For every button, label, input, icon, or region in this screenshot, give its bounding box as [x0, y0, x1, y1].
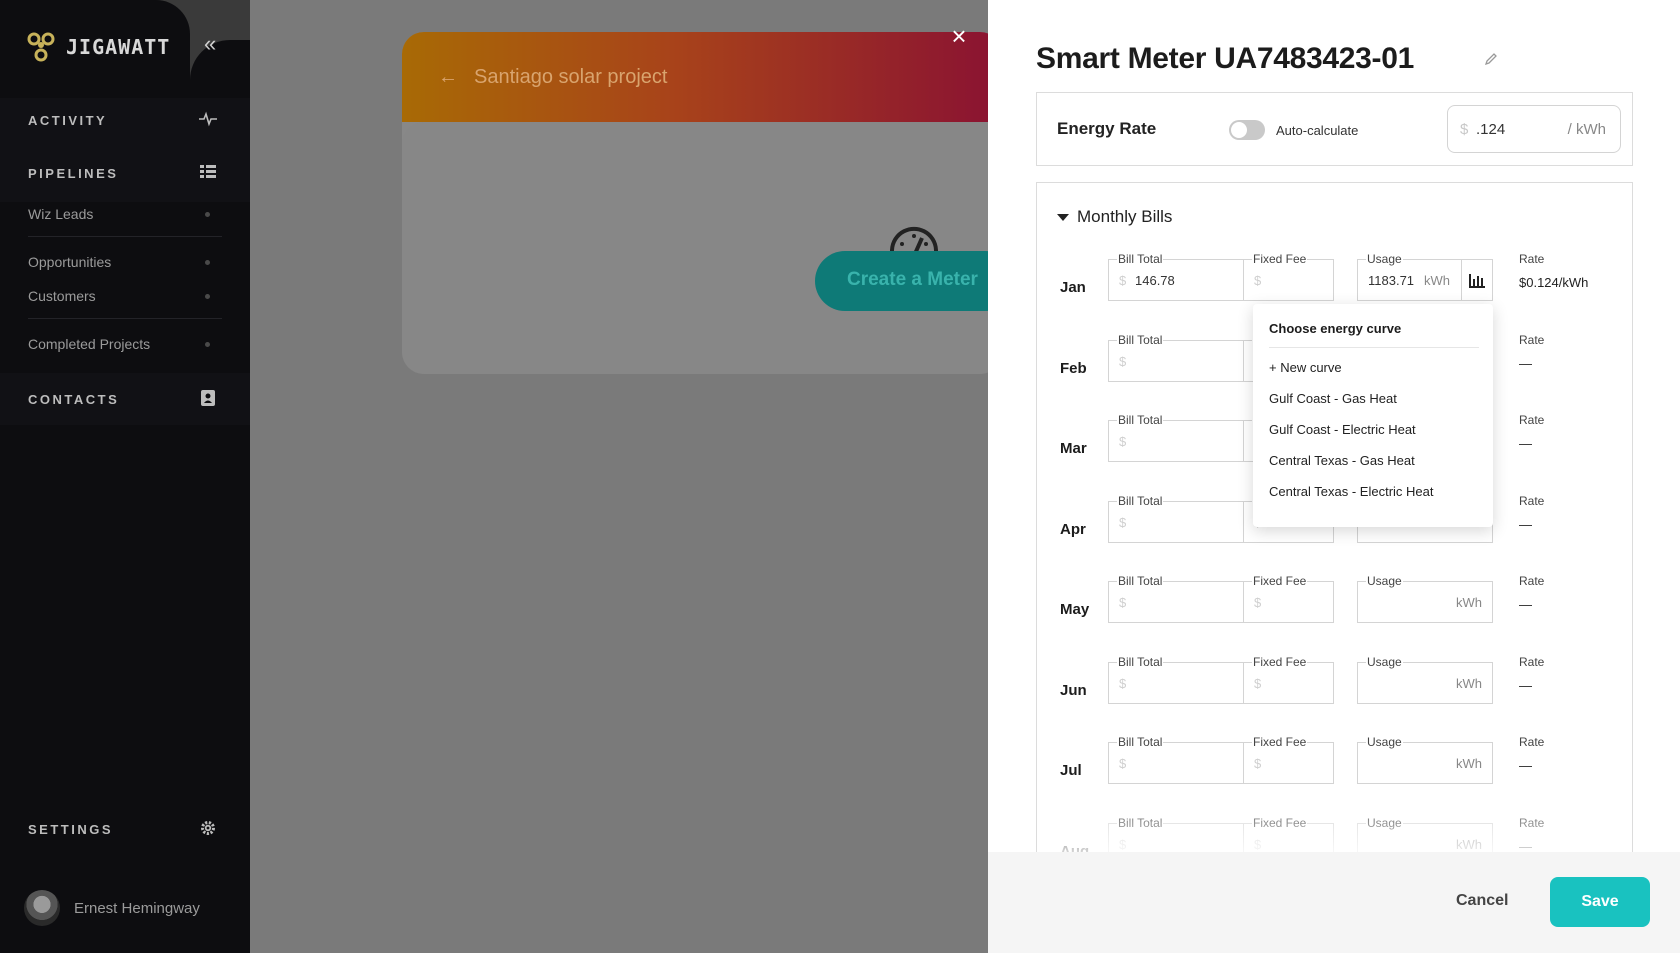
pulse-icon	[198, 111, 218, 129]
bill-total-input[interactable]: Bill Total$	[1108, 413, 1244, 462]
month-label: Jun	[1060, 681, 1087, 699]
bill-total-input[interactable]: Bill Total$	[1108, 735, 1244, 784]
fixed-fee-input[interactable]: Fixed Fee$	[1243, 252, 1334, 301]
sidebar-item-customers[interactable]: Customers	[28, 288, 96, 304]
cancel-button[interactable]: Cancel	[1456, 892, 1508, 910]
avatar	[24, 890, 60, 926]
pencil-icon[interactable]	[1484, 52, 1500, 68]
bill-total-input[interactable]: Bill Total$	[1108, 654, 1244, 704]
collapse-sidebar-icon[interactable]: «	[204, 33, 226, 56]
brand-name: JIGAWATT	[66, 35, 171, 59]
month-label: Jan	[1060, 279, 1086, 296]
caret-down-icon	[1057, 213, 1069, 221]
contact-book-icon	[198, 390, 218, 408]
menu-item-gulf-coast-electric-heat[interactable]: Gulf Coast - Electric Heat	[1269, 422, 1416, 437]
monthly-bills-toggle[interactable]: Monthly Bills	[1057, 207, 1172, 227]
energy-rate-panel: Energy Rate Auto-calculate $ .124 / kWh	[1036, 92, 1633, 166]
energy-rate-value: .124	[1476, 121, 1506, 138]
usage-input[interactable]: UsagekWh	[1357, 574, 1493, 623]
bill-total-value: 146.78	[1135, 273, 1175, 288]
auto-calculate-toggle[interactable]	[1229, 120, 1265, 140]
usage-input[interactable]: UsagekWh	[1357, 735, 1493, 784]
month-label: May	[1060, 601, 1090, 618]
energy-rate-input[interactable]: $ .124 / kWh	[1447, 105, 1621, 153]
energy-curve-title: Choose energy curve	[1269, 321, 1402, 336]
menu-item-new-curve[interactable]: + New curve	[1269, 360, 1342, 375]
energy-curve-button[interactable]	[1461, 259, 1493, 301]
usage-input[interactable]: Usage 1183.71 kWh	[1357, 252, 1493, 301]
save-button[interactable]: Save	[1550, 877, 1650, 927]
bill-total-input[interactable]: Bill Total$	[1108, 332, 1244, 382]
energy-curve-dropdown: Choose energy curve + New curve Gulf Coa…	[1253, 304, 1493, 527]
nav-pipelines[interactable]: PIPELINES	[28, 166, 118, 181]
nav-activity[interactable]: ACTIVITY	[28, 113, 107, 128]
rate-value: —	[1519, 597, 1532, 612]
nav-contacts[interactable]: CONTACTS	[28, 392, 119, 407]
menu-item-central-texas-electric-heat[interactable]: Central Texas - Electric Heat	[1269, 484, 1434, 499]
table-row: Jun Bill Total $ Fixed Fee $ Usage kWh Rate —	[1037, 652, 1632, 732]
sidebar-item-wiz-leads[interactable]: Wiz Leads	[28, 206, 93, 222]
usage-input[interactable]: UsagekWh	[1357, 654, 1493, 704]
rate-value: —	[1519, 758, 1532, 773]
sidebar-item-completed-projects[interactable]: Completed Projects	[28, 336, 150, 352]
logo-icon	[27, 32, 55, 62]
sidebar-item-opportunities[interactable]: Opportunities	[28, 254, 111, 270]
rate-value: —	[1519, 355, 1532, 371]
user-name: Ernest Hemingway	[74, 899, 200, 917]
menu-item-gulf-coast-gas-heat[interactable]: Gulf Coast - Gas Heat	[1269, 391, 1397, 406]
monthly-bills-title: Monthly Bills	[1077, 207, 1173, 226]
close-icon[interactable]: ×	[948, 23, 970, 49]
auto-calculate-label: Auto-calculate	[1276, 123, 1359, 138]
create-meter-button[interactable]: Create a Meter	[815, 251, 1015, 311]
table-row: May Bill Total $ Fixed Fee $ Usage kWh Rate —	[1037, 571, 1632, 651]
nav-settings[interactable]: SETTINGS	[28, 822, 113, 837]
logo[interactable]: JIGAWATT	[26, 30, 170, 64]
fixed-fee-input[interactable]: Fixed Fee$	[1243, 654, 1334, 704]
bill-total-input[interactable]: Bill Total $146.78	[1108, 252, 1244, 301]
bill-total-input[interactable]: Bill Total$	[1108, 493, 1244, 543]
month-label: Jul	[1060, 762, 1082, 779]
user-profile[interactable]: Ernest Hemingway	[24, 890, 200, 926]
list-icon	[198, 165, 218, 183]
bar-chart-icon	[1469, 274, 1485, 288]
project-card: ← Santiago solar project	[402, 32, 1002, 374]
rate-value: —	[1519, 436, 1532, 451]
month-label: Apr	[1060, 520, 1086, 538]
energy-rate-label: Energy Rate	[1057, 119, 1157, 138]
gear-icon[interactable]	[198, 820, 218, 838]
energy-rate-unit: / kWh	[1567, 121, 1606, 138]
fixed-fee-input[interactable]: Fixed Fee$	[1243, 735, 1334, 784]
menu-item-central-texas-gas-heat[interactable]: Central Texas - Gas Heat	[1269, 453, 1415, 468]
project-title: Santiago solar project	[474, 66, 668, 88]
fixed-fee-input[interactable]: Fixed Fee$	[1243, 574, 1334, 623]
month-label: Feb	[1060, 359, 1087, 377]
rate-value: —	[1519, 677, 1532, 693]
usage-value: 1183.71	[1368, 273, 1415, 288]
month-label: Mar	[1060, 440, 1087, 457]
back-arrow-icon[interactable]: ←	[438, 66, 458, 89]
rate-value: —	[1519, 516, 1532, 532]
drawer-title: Smart Meter UA7483423-01	[1036, 42, 1415, 75]
drawer-footer: Cancel Save	[988, 852, 1680, 953]
rate-value: $0.124/kWh	[1519, 275, 1589, 290]
bill-total-input[interactable]: Bill Total$	[1108, 574, 1244, 623]
